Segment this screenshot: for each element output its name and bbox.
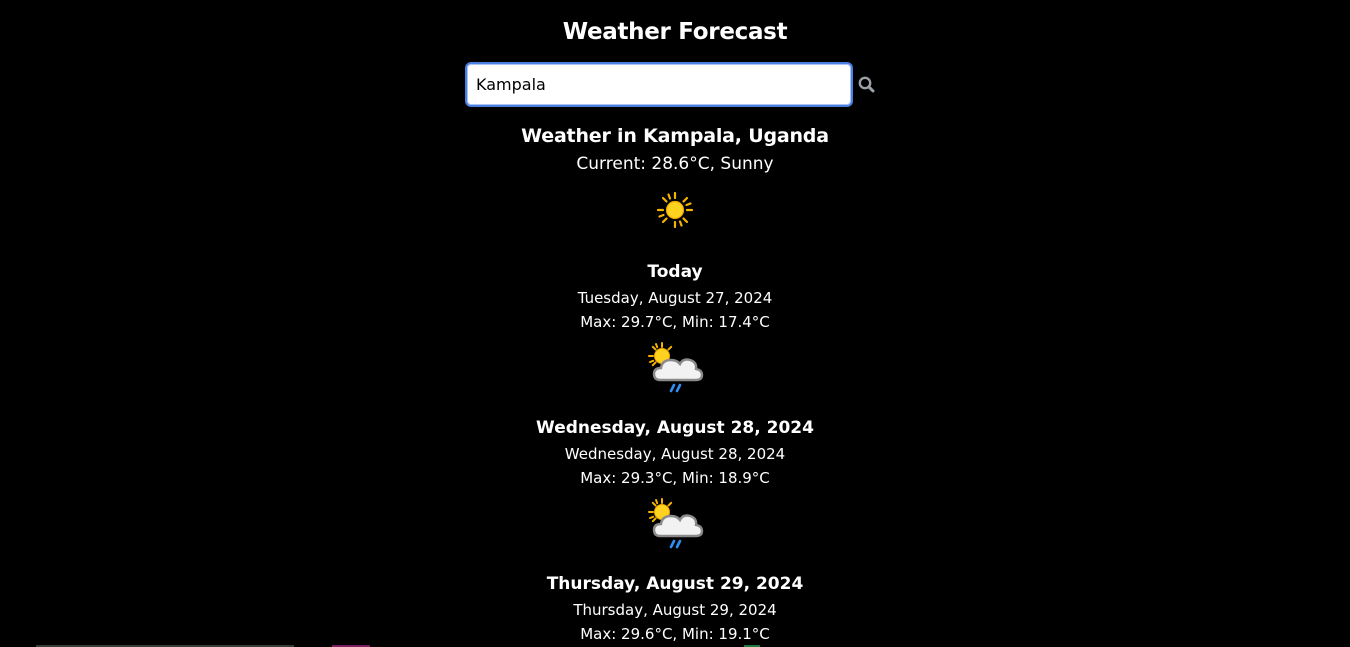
forecast-day-date: Tuesday, August 27, 2024 [577, 289, 773, 307]
forecast-day-date: Thursday, August 29, 2024 [573, 601, 777, 619]
forecast-day-temps: Max: 29.6°C, Min: 19.1°C [580, 625, 770, 643]
forecast-day: Wednesday, August 28, 2024 Wednesday, Au… [0, 415, 1350, 550]
page-title: Weather Forecast [562, 19, 788, 45]
forecast-day-heading: Wednesday, August 28, 2024 [536, 418, 814, 438]
location-heading: Weather in Kampala, Uganda [521, 125, 829, 147]
search-button[interactable] [856, 74, 878, 96]
sun-behind-rain-cloud-icon [648, 342, 704, 393]
forecast-day-heading: Today [647, 262, 703, 282]
search-icon [858, 76, 875, 93]
sun-icon [656, 191, 694, 229]
city-search-input[interactable] [465, 62, 853, 107]
weather-app: Weather Forecast Weather in Kampala, Uga… [0, 0, 1350, 647]
forecast-day-temps: Max: 29.7°C, Min: 17.4°C [580, 313, 770, 331]
current-conditions: Current: 28.6°C, Sunny [576, 154, 774, 174]
forecast-day: Thursday, August 29, 2024 Thursday, Augu… [0, 571, 1350, 646]
sun-behind-rain-cloud-icon [648, 498, 704, 549]
forecast-day: Today Tuesday, August 27, 2024 Max: 29.7… [0, 259, 1350, 394]
forecast-day-heading: Thursday, August 29, 2024 [546, 574, 804, 594]
forecast-day-temps: Max: 29.3°C, Min: 18.9°C [580, 469, 770, 487]
forecast-day-date: Wednesday, August 28, 2024 [564, 445, 786, 463]
